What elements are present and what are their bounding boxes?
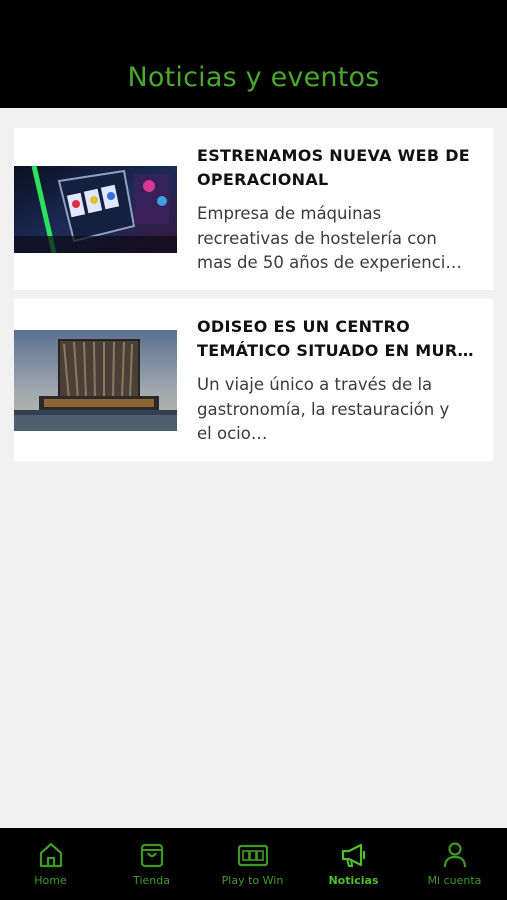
shopping-bag-icon [140, 843, 163, 868]
news-card[interactable]: ESTRENAMOS NUEVA WEB DE OPERACIONAL Empr… [14, 128, 493, 290]
news-title[interactable]: ODISEO ES UN CENTRO TEMÁTICO SITUADO EN … [197, 315, 482, 363]
page-title: Noticias y eventos [127, 62, 380, 93]
tab-label: Noticias [328, 874, 379, 887]
bottom-tab-bar: Home Tienda Play to Win Noticias Mi cuen… [0, 828, 507, 900]
tab-label: Mi cuenta [427, 874, 482, 887]
tab-label: Tienda [133, 874, 170, 887]
user-icon [443, 842, 466, 868]
tab-noticias[interactable]: Noticias [303, 828, 404, 900]
slot-machine-icon [237, 844, 268, 867]
tab-label: Play to Win [221, 874, 284, 887]
slot-machines-image [14, 166, 177, 253]
tab-play-to-win[interactable]: Play to Win [202, 828, 303, 900]
news-thumbnail-slot-machines[interactable] [14, 166, 177, 253]
megaphone-icon [341, 843, 365, 867]
news-thumbnail-odiseo[interactable] [14, 330, 177, 431]
news-excerpt: Empresa de máquinas recreativas de hoste… [197, 204, 462, 272]
tab-home[interactable]: Home [0, 828, 101, 900]
tab-tienda[interactable]: Tienda [101, 828, 202, 900]
app-header: Noticias y eventos [0, 0, 507, 108]
tab-mi-cuenta[interactable]: Mi cuenta [404, 828, 505, 900]
home-icon [39, 842, 62, 868]
news-card[interactable]: ODISEO ES UN CENTRO TEMÁTICO SITUADO EN … [14, 299, 493, 461]
tab-label: Home [34, 874, 67, 887]
odiseo-building-image [14, 330, 177, 431]
news-title[interactable]: ESTRENAMOS NUEVA WEB DE OPERACIONAL [197, 144, 482, 192]
news-excerpt: Un viaje único a través de la gastronomí… [197, 375, 450, 443]
